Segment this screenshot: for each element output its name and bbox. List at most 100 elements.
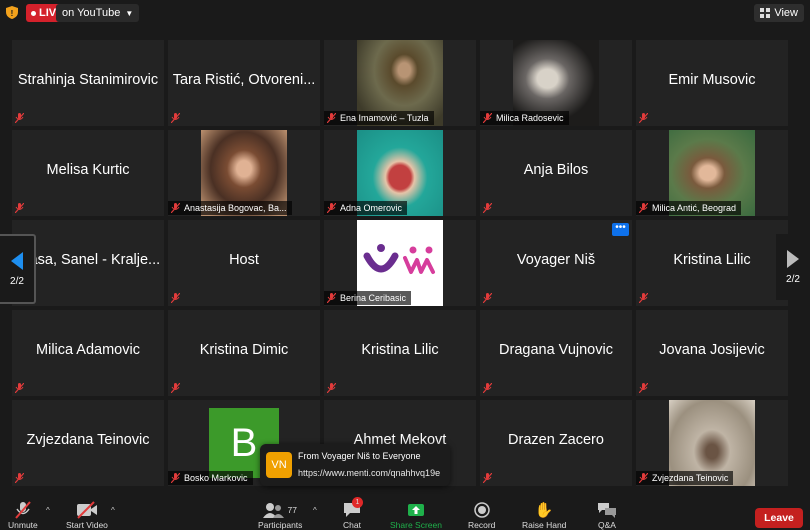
mic-muted-icon	[15, 113, 24, 123]
participant-tile[interactable]: Melisa Kurtic	[12, 130, 164, 216]
participant-label: Milica Antić, Beograd	[636, 201, 742, 215]
chevron-up-icon[interactable]: ^	[111, 506, 115, 515]
previous-page-button[interactable]: 2/2	[0, 234, 36, 304]
view-label: View	[774, 7, 798, 19]
chevron-up-icon[interactable]: ^	[313, 506, 317, 515]
participant-tile[interactable]: Kristina Lilic	[324, 310, 476, 396]
mic-muted-icon	[483, 113, 492, 123]
qa-icon	[597, 500, 617, 520]
participant-name: Milica Adamovic	[36, 342, 140, 358]
mic-muted-icon	[171, 203, 180, 213]
share-screen-icon	[407, 500, 425, 520]
mic-muted-icon	[483, 383, 492, 393]
unmute-button[interactable]: Unmute	[8, 500, 38, 530]
svg-text:!: !	[11, 9, 14, 18]
record-label: Record	[468, 520, 496, 530]
chat-button[interactable]: 1 Chat	[343, 497, 363, 530]
participant-tile[interactable]: Strahinja Stanimirovic	[12, 40, 164, 126]
mic-muted-icon	[15, 203, 24, 213]
record-icon	[473, 500, 490, 520]
chevron-up-icon[interactable]: ^	[46, 506, 50, 515]
participants-button[interactable]: 77 Participants	[258, 500, 302, 530]
participant-label: Milica Radosevic	[480, 111, 569, 125]
raise-hand-label: Raise Hand	[522, 520, 567, 530]
mic-muted-icon	[483, 473, 492, 483]
participant-name: Milica Antić, Beograd	[652, 203, 737, 213]
more-options-button[interactable]: •••	[612, 223, 629, 236]
participant-name: Strahinja Stanimirovic	[17, 72, 159, 88]
mic-muted-icon	[327, 293, 336, 303]
mic-muted-icon	[327, 203, 336, 213]
raise-hand-button[interactable]: ✋ Raise Hand	[522, 500, 566, 530]
unmute-label: Unmute	[8, 520, 38, 530]
mic-muted-icon	[171, 293, 180, 303]
participant-tile[interactable]: ••• Voyager Niš	[480, 220, 632, 306]
participant-name: Ena Imamović – Tuzla	[340, 113, 429, 123]
participants-count: 77	[287, 505, 297, 515]
chat-sender: From Voyager Niš to Everyone	[298, 451, 421, 461]
participant-name: Adna Omerovic	[340, 203, 403, 213]
shield-icon[interactable]: !	[6, 6, 18, 19]
chat-message: https://www.menti.com/qnahhvq19e	[298, 468, 441, 478]
raise-hand-icon: ✋	[534, 502, 554, 519]
participant-grid: Strahinja Stanimirovic Tara Ristić, Otvo…	[12, 40, 788, 486]
mic-muted-icon	[327, 113, 336, 123]
participant-tile[interactable]: Tara Ristić, Otvoreni...	[168, 40, 320, 126]
participant-tile[interactable]: Kristina Lilic	[636, 220, 788, 306]
arrow-left-icon	[11, 251, 23, 270]
participant-label: Adna Omerovic	[324, 201, 408, 215]
participant-label: Bosko Markovic	[168, 471, 253, 485]
participants-label: Participants	[258, 520, 303, 530]
stream-dropdown[interactable]: on YouTube ▼	[56, 4, 140, 22]
participant-tile[interactable]: Zvjezdana Teinovic	[12, 400, 164, 486]
participant-name: Anja Bilos	[523, 162, 589, 178]
leave-button[interactable]: Leave	[755, 508, 803, 528]
participant-tile[interactable]: Milica Radosevic	[480, 40, 632, 126]
participant-name: Drazen Zacero	[508, 432, 604, 448]
participant-tile[interactable]: Adna Omerovic	[324, 130, 476, 216]
participant-name: Dragana Vujnovic	[499, 342, 613, 358]
participant-name: Zvjezdana Teinovic	[652, 473, 729, 483]
participant-tile[interactable]: Anastasija Bogovac, Ba...	[168, 130, 320, 216]
record-button[interactable]: Record	[468, 500, 495, 530]
participant-tile[interactable]: Milica Antić, Beograd	[636, 130, 788, 216]
mic-muted-icon	[171, 113, 180, 123]
participant-tile[interactable]: Milica Adamovic	[12, 310, 164, 396]
participant-tile[interactable]: Ena Imamović – Tuzla	[324, 40, 476, 126]
participant-name: Bosko Markovic	[184, 473, 248, 483]
avatar: VN	[266, 452, 292, 478]
next-page-button[interactable]: 2/2	[776, 234, 810, 300]
mic-muted-icon	[15, 383, 24, 393]
participant-tile[interactable]: Dragana Vujnovic	[480, 310, 632, 396]
participant-label: Zvjezdana Teinovic	[636, 471, 734, 485]
participant-label: Ena Imamović – Tuzla	[324, 111, 434, 125]
participant-name: Milica Radosevic	[496, 113, 564, 123]
mic-muted-icon	[171, 473, 180, 483]
participant-tile[interactable]: Jovana Josijevic	[636, 310, 788, 396]
participant-tile[interactable]: Anja Bilos	[480, 130, 632, 216]
chat-unread-badge: 1	[352, 497, 363, 508]
participant-name: Jovana Josijevic	[659, 342, 765, 358]
mic-muted-icon	[483, 293, 492, 303]
share-screen-label: Share Screen	[390, 520, 442, 530]
participant-label: Berina Ceribasic	[324, 291, 412, 305]
start-video-label: Start Video	[66, 520, 108, 530]
chat-icon: 1	[343, 497, 363, 520]
participant-tile[interactable]: Berina Ceribasic	[324, 220, 476, 306]
participant-name: Melisa Kurtic	[46, 162, 130, 178]
start-video-button[interactable]: Start Video	[66, 500, 108, 530]
participant-tile[interactable]: Zvjezdana Teinovic	[636, 400, 788, 486]
participant-tile[interactable]: Drazen Zacero	[480, 400, 632, 486]
participant-name: Host	[229, 252, 259, 268]
participant-tile[interactable]: Emir Musovic	[636, 40, 788, 126]
participant-tile[interactable]: Host	[168, 220, 320, 306]
participant-name: Emir Musovic	[668, 72, 756, 88]
view-button[interactable]: View	[754, 4, 804, 22]
participant-tile[interactable]: Kristina Dimic	[168, 310, 320, 396]
participant-name: Kristina Dimic	[199, 342, 289, 358]
mic-muted-icon	[171, 383, 180, 393]
chat-notification[interactable]: VN From Voyager Niš to Everyone https://…	[260, 444, 450, 486]
video-off-icon	[76, 500, 98, 520]
qa-button[interactable]: Q&A	[597, 500, 617, 530]
share-screen-button[interactable]: Share Screen	[390, 500, 442, 530]
